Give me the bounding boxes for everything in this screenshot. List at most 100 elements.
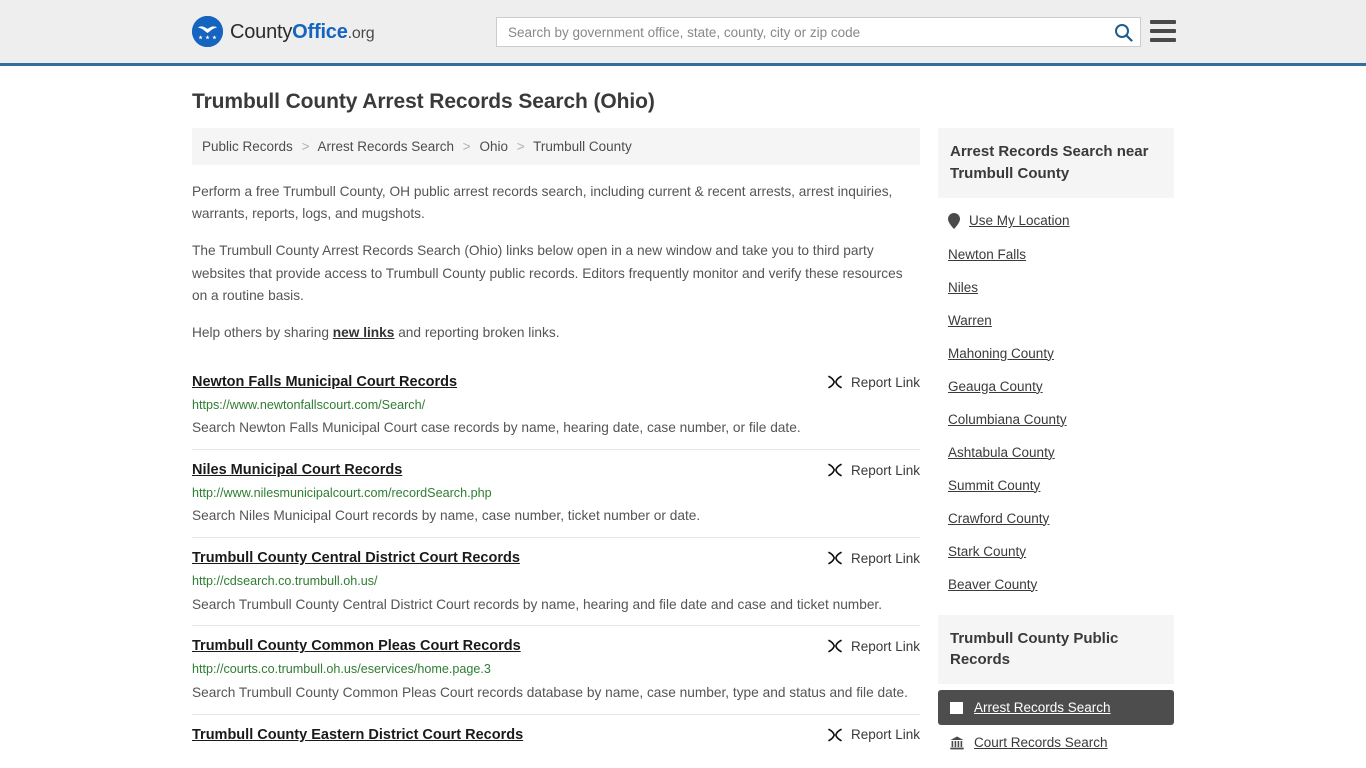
hamburger-bar-2 <box>1150 29 1176 33</box>
courthouse-icon <box>950 736 964 750</box>
listing-header: Trumbull County Eastern District Court R… <box>192 726 920 746</box>
listing-description: Search Newton Falls Municipal Court case… <box>192 420 801 436</box>
report-link-label: Report Link <box>850 550 920 566</box>
sidebar-near-summit-county[interactable]: Summit County <box>938 469 1174 502</box>
new-links-link[interactable]: new links <box>333 325 395 340</box>
listing-url: https://www.newtonfallscourt.com/Search/ <box>192 397 426 412</box>
near-link-label: Warren <box>948 312 992 328</box>
search-bar <box>496 17 1141 47</box>
report-link-label: Report Link <box>850 638 920 654</box>
report-link-label: Report Link <box>850 727 920 743</box>
near-link-label: Stark County <box>948 543 1027 559</box>
broken-link-icon <box>827 550 843 566</box>
site-brand-text: CountyOffice.org <box>230 20 375 43</box>
breadcrumb-item-1[interactable]: Arrest Records Search <box>317 139 454 154</box>
breadcrumb-separator-0: > <box>301 139 310 154</box>
near-link-label: Niles <box>948 279 979 295</box>
sidebar-near-stark-county[interactable]: Stark County <box>938 535 1174 568</box>
sidebar-near-newton-falls[interactable]: Newton Falls <box>938 238 1174 271</box>
menu-button[interactable] <box>1150 20 1176 42</box>
listing-url: http://www.nilesmunicipalcourt.com/recor… <box>192 485 492 500</box>
report-link-label: Report Link <box>850 462 920 478</box>
site-header: CountyOffice.org <box>0 0 1366 66</box>
listing-header: Niles Municipal Court Records Report Lin… <box>192 461 920 481</box>
listing-item: Trumbull County Central District Court R… <box>192 537 920 625</box>
breadcrumb-item-2[interactable]: Ohio <box>479 139 508 154</box>
site-logo[interactable]: CountyOffice.org <box>192 16 375 47</box>
sidebar: Arrest Records Search near Trumbull Coun… <box>938 128 1174 760</box>
report-link-label: Report Link <box>850 374 920 390</box>
breadcrumb-item-current: Trumbull County <box>533 139 632 154</box>
listing-title-link[interactable]: Niles Municipal Court Records <box>192 461 402 481</box>
sidebar-near-mahoning-county[interactable]: Mahoning County <box>938 337 1174 370</box>
map-pin-icon <box>948 212 960 229</box>
brand-part-org: .org <box>347 24 375 42</box>
intro-paragraph-3: Help others by sharing new links and rep… <box>192 322 920 344</box>
brand-part-county: County <box>230 20 293 43</box>
county-office-eagle-logo-icon <box>192 16 223 47</box>
broken-link-icon <box>827 374 843 390</box>
listing-item: Newton Falls Municipal Court Records Rep… <box>192 359 920 449</box>
intro-paragraph-2: The Trumbull County Arrest Records Searc… <box>192 243 903 303</box>
near-links-list: Use My Location Newton Falls Niles Warre… <box>938 198 1174 601</box>
breadcrumb-separator-2: > <box>516 139 525 154</box>
listing-header: Trumbull County Central District Court R… <box>192 549 920 569</box>
sidebar-item-court-records-search-label: Court Records Search <box>974 735 1108 750</box>
public-records-panel-title: Trumbull County Public Records <box>938 614 1174 684</box>
sidebar-near-geauga-county[interactable]: Geauga County <box>938 370 1174 403</box>
report-link-button[interactable]: Report Link <box>827 726 920 743</box>
intro-paragraph-1: Perform a free Trumbull County, OH publi… <box>192 184 893 222</box>
near-link-label: Columbiana County <box>948 411 1067 427</box>
search-icon <box>1114 23 1133 42</box>
report-link-button[interactable]: Report Link <box>827 461 920 478</box>
page-container: Trumbull County Arrest Records Search (O… <box>0 90 1366 760</box>
sidebar-near-crawford-county[interactable]: Crawford County <box>938 502 1174 535</box>
breadcrumb-item-0[interactable]: Public Records <box>202 139 293 154</box>
sidebar-near-columbiana-county[interactable]: Columbiana County <box>938 403 1174 436</box>
listing-title-link[interactable]: Trumbull County Central District Court R… <box>192 549 520 569</box>
sidebar-item-arrest-records-search-label: Arrest Records Search <box>974 700 1111 715</box>
breadcrumb: Public Records > Arrest Records Search >… <box>192 128 920 165</box>
sidebar-near-beaver-county[interactable]: Beaver County <box>938 568 1174 601</box>
listing-title-link[interactable]: Trumbull County Common Pleas Court Recor… <box>192 637 521 657</box>
near-link-label: Beaver County <box>948 576 1038 592</box>
sidebar-near-niles[interactable]: Niles <box>938 271 1174 304</box>
near-link-label: Mahoning County <box>948 345 1054 361</box>
near-link-label: Ashtabula County <box>948 444 1055 460</box>
public-records-list: Arrest Records Search Court Records Sear… <box>938 690 1174 760</box>
report-link-button[interactable]: Report Link <box>827 637 920 654</box>
breadcrumb-separator-1: > <box>462 139 471 154</box>
broken-link-icon <box>827 638 843 654</box>
search-input[interactable] <box>497 18 1106 46</box>
listing-item: Trumbull County Common Pleas Court Recor… <box>192 625 920 713</box>
report-link-button[interactable]: Report Link <box>827 549 920 566</box>
near-panel-title: Arrest Records Search near Trumbull Coun… <box>938 128 1174 198</box>
listing-description: Search Trumbull County Central District … <box>192 596 883 612</box>
listing-url: http://courts.co.trumbull.oh.us/eservice… <box>192 662 491 677</box>
sidebar-use-my-location[interactable]: Use My Location <box>938 204 1174 238</box>
sidebar-near-ashtabula-county[interactable]: Ashtabula County <box>938 436 1174 469</box>
hamburger-bar-3 <box>1150 38 1176 42</box>
search-button[interactable] <box>1106 18 1140 46</box>
main-content: Public Records > Arrest Records Search >… <box>192 128 920 755</box>
listing-title-link[interactable]: Newton Falls Municipal Court Records <box>192 373 457 393</box>
listing-item: Niles Municipal Court Records Report Lin… <box>192 449 920 537</box>
sidebar-item-arrest-records-search[interactable]: Arrest Records Search <box>938 690 1174 725</box>
near-link-label: Summit County <box>948 477 1041 493</box>
report-link-button[interactable]: Report Link <box>827 373 920 390</box>
intro-p3-after: and reporting broken links. <box>394 324 560 340</box>
sidebar-item-court-records-search[interactable]: Court Records Search <box>938 725 1174 760</box>
sidebar-near-warren[interactable]: Warren <box>938 304 1174 337</box>
listing-title-link[interactable]: Trumbull County Eastern District Court R… <box>192 726 523 746</box>
sidebar-use-my-location-label: Use My Location <box>969 213 1070 228</box>
document-icon <box>950 701 964 715</box>
intro-text: Perform a free Trumbull County, OH publi… <box>192 181 920 344</box>
listing-url: http://cdsearch.co.trumbull.oh.us/ <box>192 573 378 588</box>
broken-link-icon <box>827 462 843 478</box>
brand-part-office: Office <box>292 20 348 43</box>
hamburger-bar-1 <box>1150 20 1176 24</box>
intro-p3-before: Help others by sharing <box>192 324 333 340</box>
content-columns: Public Records > Arrest Records Search >… <box>192 128 1174 760</box>
listing-description: Search Niles Municipal Court records by … <box>192 508 701 524</box>
near-link-label: Geauga County <box>948 378 1043 394</box>
